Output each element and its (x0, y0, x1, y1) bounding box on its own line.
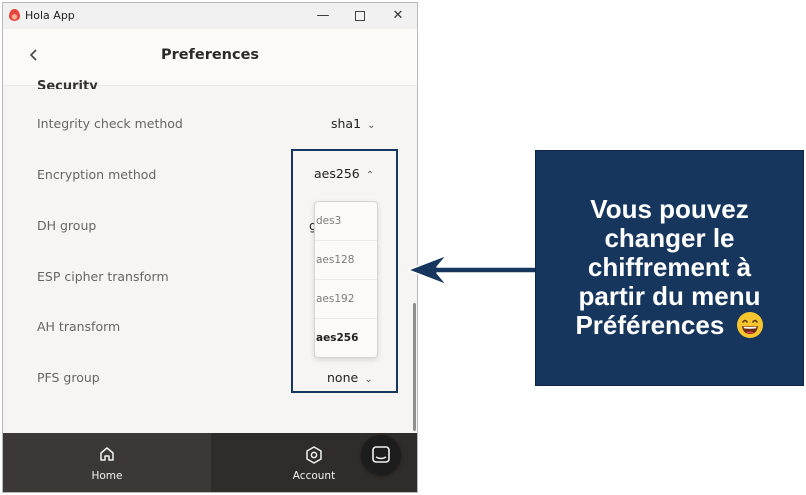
chevron-down-icon: ⌄ (367, 120, 376, 131)
grinning-face-emoji-icon (736, 312, 763, 338)
nav-item-home[interactable]: Home (3, 433, 211, 492)
row-label-integrity: Integrity check method (37, 116, 183, 131)
preferences-header: Preferences (3, 29, 417, 86)
callout-line: changer le (604, 223, 735, 253)
callout-line: Préférences (575, 310, 725, 340)
callout-line: chiffrement à (587, 252, 752, 282)
maximize-button[interactable] (341, 3, 379, 29)
row-label-pfs: PFS group (37, 370, 100, 385)
row-label-encryption: Encryption method (37, 167, 157, 182)
scrollbar-thumb[interactable] (413, 303, 416, 431)
callout-line: Vous pouvez (590, 194, 749, 224)
app-window: Hola App — ✕ Preferences Security Integr… (2, 2, 418, 493)
minimize-button[interactable]: — (304, 3, 342, 29)
maximize-icon (355, 10, 365, 21)
annotation-arrow (407, 254, 537, 286)
page-title: Preferences (160, 47, 260, 63)
home-icon (3, 445, 211, 467)
hola-logo-icon (9, 9, 20, 21)
callout-text: Vous pouvez changer le chiffrement à par… (536, 195, 803, 340)
title-bar: Hola App — ✕ (3, 3, 417, 29)
select-value: sha1 (331, 116, 362, 131)
chat-icon (372, 446, 390, 463)
chat-button[interactable] (361, 435, 401, 475)
callout-line: partir du menu (578, 281, 761, 311)
nav-label-home: Home (91, 470, 123, 482)
close-button[interactable]: ✕ (379, 3, 417, 29)
row-label-dh-group: DH group (37, 218, 97, 233)
row-label-ah: AH transform (37, 319, 121, 334)
annotation-callout: Vous pouvez changer le chiffrement à par… (535, 150, 804, 386)
row-label-esp: ESP cipher transform (37, 269, 169, 284)
window-title: Hola App (25, 9, 75, 22)
section-title: Security (37, 79, 98, 89)
callout-line-with-emoji: Préférences (536, 311, 803, 340)
annotation-highlight-box (291, 149, 398, 393)
integrity-select[interactable]: sha1 ⌄ (331, 116, 375, 131)
bottom-navigation: Home Account (3, 433, 417, 492)
